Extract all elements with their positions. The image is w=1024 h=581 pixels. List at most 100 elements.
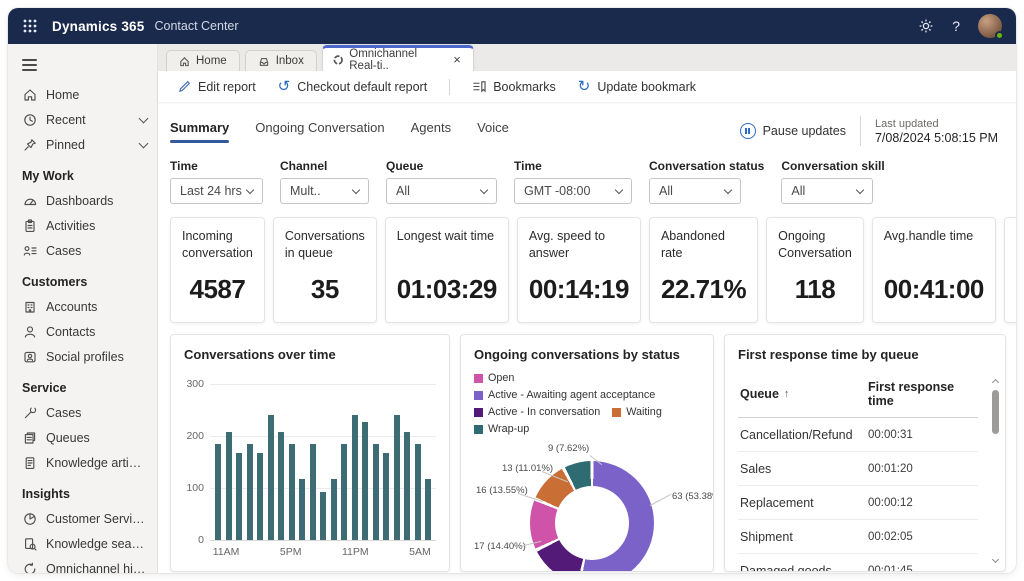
hamburger-menu-icon[interactable] [8, 52, 157, 82]
kpi-incoming-conversation: Incoming conversation 4587 [170, 217, 265, 323]
sidebar-item-knowledge-articles[interactable]: Knowledge articles [8, 450, 157, 475]
sidebar-item-activities[interactable]: Activities [8, 213, 157, 238]
timezone-dropdown[interactable]: GMT -08:00 [514, 178, 632, 204]
filter-time: Time Last 24 hrs [170, 159, 263, 204]
home-icon [180, 56, 189, 66]
dashboard-gauge-icon [22, 193, 37, 208]
checkout-default-report-button[interactable]: ↺ Checkout default report [278, 79, 428, 94]
scrollbar-thumb[interactable] [992, 390, 999, 434]
sidebar-item-queues[interactable]: Queues [8, 425, 157, 450]
update-bookmark-button[interactable]: ↻ Update bookmark [578, 79, 696, 94]
sidebar-item-social-profiles[interactable]: Social profiles [8, 344, 157, 369]
scroll-up-icon[interactable] [991, 377, 1000, 387]
conversations-over-time-card: Conversations over time 300 200 100 0 11… [170, 334, 450, 572]
chevron-down-icon [245, 185, 255, 194]
bar[interactable] [309, 444, 316, 540]
tab-ongoing-conversation[interactable]: Ongoing Conversation [255, 120, 384, 143]
bar[interactable] [383, 453, 389, 540]
help-icon[interactable]: ? [952, 18, 960, 34]
pause-updates-button[interactable]: Pause updates [739, 123, 846, 139]
bar[interactable] [393, 415, 400, 540]
callout-line [649, 493, 672, 506]
sidebar-item-cases[interactable]: Cases [8, 238, 157, 263]
kpi-service-level: Service level (60 sec)89% [1003, 217, 1016, 323]
x-tick-label: 11AM [212, 546, 240, 558]
tab-omnichannel-realtime[interactable]: Omnichannel Real-ti.. × [321, 45, 474, 72]
donut-chart[interactable] [530, 461, 654, 571]
chevron-down-icon[interactable] [138, 138, 149, 148]
sidebar-item-omnichannel-historical[interactable]: Omnichannel histori... [8, 556, 157, 573]
legend-item[interactable]: Active - Awaiting agent acceptance [474, 389, 655, 401]
legend-item[interactable]: Wrap-up [474, 423, 529, 435]
legend-item[interactable]: Waiting [612, 406, 662, 418]
tab-summary[interactable]: Summary [170, 120, 230, 143]
sidebar-item-service-cases[interactable]: Cases [8, 400, 157, 425]
bar[interactable] [372, 444, 379, 540]
bar[interactable] [341, 444, 347, 540]
bar[interactable] [362, 422, 368, 540]
column-queue[interactable]: Queue ↑ [740, 387, 868, 401]
table-scrollbar[interactable] [990, 377, 1001, 565]
tab-agents[interactable]: Agents [411, 120, 451, 143]
charts-row: Conversations over time 300 200 100 0 11… [170, 334, 1006, 572]
bookmarks-button[interactable]: Bookmarks [472, 80, 556, 94]
sidebar-item-dashboards[interactable]: Dashboards [8, 188, 157, 213]
filter-conversation-skill: Conversation skill All [781, 159, 885, 204]
queue-dropdown[interactable]: All [386, 178, 497, 204]
y-tick-label: 300 [186, 378, 204, 390]
tab-home[interactable]: Home [166, 50, 240, 71]
bar[interactable] [236, 453, 242, 540]
bar[interactable] [215, 444, 221, 540]
bar[interactable] [246, 444, 253, 540]
tab-inbox[interactable]: Inbox [244, 50, 317, 71]
bar[interactable] [267, 415, 274, 540]
sidebar-item-customer-service-historical[interactable]: Customer Service his... [8, 506, 157, 531]
inbox-icon [259, 57, 268, 66]
bar[interactable] [330, 479, 337, 540]
edit-report-button[interactable]: Edit report [178, 80, 256, 94]
sidebar-item-contacts[interactable]: Contacts [8, 319, 157, 344]
circular-arrows-icon [22, 561, 37, 573]
bar[interactable] [299, 479, 305, 540]
tab-voice[interactable]: Voice [477, 120, 509, 143]
sidebar-item-home[interactable]: Home [8, 82, 157, 107]
conversation-status-dropdown[interactable]: All [649, 178, 741, 204]
time-range-dropdown[interactable]: Last 24 hrs [170, 178, 263, 204]
bar[interactable] [278, 432, 284, 540]
chart-title: Ongoing conversations by status [474, 347, 680, 362]
filter-queue: Queue All [386, 159, 497, 204]
sidebar-item-accounts[interactable]: Accounts [8, 294, 157, 319]
bar[interactable] [404, 432, 410, 540]
wrench-icon [22, 405, 37, 420]
bar[interactable] [425, 479, 431, 540]
sidebar-item-recent[interactable]: Recent [8, 107, 157, 132]
channel-dropdown[interactable]: Mult.. [280, 178, 369, 204]
show-more-link[interactable]: Show more [184, 570, 247, 571]
chevron-down-icon[interactable] [138, 113, 149, 123]
bar[interactable] [225, 432, 232, 540]
bar[interactable] [288, 444, 295, 540]
waffle-menu-icon[interactable] [22, 18, 38, 34]
y-tick-label: 0 [198, 534, 204, 546]
sidebar-item-knowledge-search[interactable]: Knowledge search an.. [8, 531, 157, 556]
donut-chart-area: 63 (53.38%) 17 (14.40%) 16 (13.55%) 13 (… [474, 443, 713, 571]
table-row: Shipment 00:02:05 [738, 520, 978, 554]
sidebar-item-pinned[interactable]: Pinned [8, 132, 157, 157]
y-tick-label: 100 [186, 482, 204, 494]
legend-item[interactable]: Open [474, 372, 514, 384]
legend-item[interactable]: Active - In conversation [474, 406, 600, 418]
column-first-response-time[interactable]: First response time [868, 380, 976, 408]
bookmarks-icon [473, 81, 486, 93]
gridline [210, 540, 436, 541]
bar[interactable] [351, 415, 358, 540]
conversation-skill-dropdown[interactable]: All [781, 178, 874, 204]
close-tab-icon[interactable]: × [451, 52, 463, 67]
settings-gear-icon[interactable] [918, 18, 934, 34]
bar[interactable] [320, 492, 326, 540]
bar[interactable] [257, 453, 263, 540]
scroll-down-icon[interactable] [991, 555, 1000, 565]
bar[interactable] [414, 444, 421, 540]
avatar[interactable] [978, 14, 1004, 40]
bar-chart-bars [210, 384, 436, 540]
legend-swatch [474, 407, 483, 417]
